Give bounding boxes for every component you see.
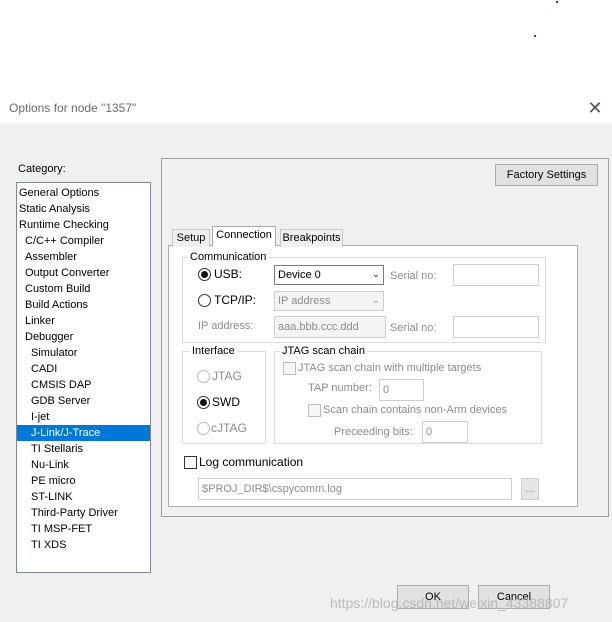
preceeding-bits-field[interactable]: 0 bbox=[422, 421, 468, 443]
category-item[interactable]: GDB Server bbox=[17, 393, 150, 409]
category-item-label: TI MSP-FET bbox=[31, 523, 93, 535]
preceeding-bits-label: Preceeding bits: bbox=[334, 426, 413, 438]
close-icon[interactable]: ✕ bbox=[584, 97, 606, 119]
category-item-label: J-Link/J-Trace bbox=[31, 427, 101, 439]
category-item[interactable]: Build Actions bbox=[17, 297, 150, 313]
serial-no-2-field[interactable] bbox=[453, 316, 539, 338]
category-item-label: Static Analysis bbox=[19, 203, 90, 215]
tcpip-radio[interactable] bbox=[198, 294, 211, 307]
ip-address-field[interactable]: aaa.bbb.ccc.ddd bbox=[274, 316, 386, 338]
tap-number-label: TAP number: bbox=[308, 382, 372, 394]
category-item-label: General Options bbox=[19, 187, 100, 199]
category-item-label: Output Converter bbox=[25, 267, 110, 279]
category-item[interactable]: CADI bbox=[17, 361, 150, 377]
chevron-down-icon: ⌄ bbox=[371, 295, 380, 306]
interface-title: Interface bbox=[190, 345, 237, 357]
tcpip-mode-select[interactable]: IP address ⌄ bbox=[274, 291, 384, 311]
multi-target-checkbox[interactable] bbox=[283, 362, 296, 375]
category-item-label: Nu-Link bbox=[31, 459, 69, 471]
category-item-label: Custom Build bbox=[25, 283, 91, 295]
category-item[interactable]: TI MSP-FET bbox=[17, 521, 150, 537]
serial-no-2-label: Serial no: bbox=[390, 322, 437, 334]
swd-label: SWD bbox=[212, 395, 240, 409]
category-item[interactable]: Linker bbox=[17, 313, 150, 329]
category-item-label: I-jet bbox=[31, 411, 50, 423]
category-label: Category: bbox=[18, 163, 66, 175]
jtag-chain-title: JTAG scan chain bbox=[280, 345, 367, 357]
serial-no-label: Serial no: bbox=[390, 270, 437, 282]
category-item[interactable]: Simulator bbox=[17, 345, 150, 361]
category-item[interactable]: General Options bbox=[17, 185, 150, 201]
category-item-label: Third-Party Driver bbox=[31, 507, 118, 519]
log-browse-button[interactable]: ... bbox=[521, 478, 539, 500]
category-item-label: Linker bbox=[25, 315, 55, 327]
usb-radio[interactable] bbox=[198, 268, 211, 281]
non-arm-label: Scan chain contains non-Arm devices bbox=[323, 404, 508, 416]
usb-device-select[interactable]: Device 0 ⌄ bbox=[274, 265, 384, 285]
tab-setup[interactable]: Setup bbox=[172, 229, 210, 247]
log-communication-label: Log communication bbox=[199, 455, 304, 469]
category-item[interactable]: TI XDS bbox=[17, 537, 150, 553]
category-item[interactable]: Third-Party Driver bbox=[17, 505, 150, 521]
category-item-label: CADI bbox=[31, 363, 58, 375]
ip-address-label: IP address: bbox=[198, 320, 254, 332]
cjtag-radio[interactable] bbox=[197, 422, 210, 435]
category-item-label: TI XDS bbox=[31, 539, 67, 551]
category-item[interactable]: CMSIS DAP bbox=[17, 377, 150, 393]
non-arm-checkbox[interactable] bbox=[308, 404, 321, 417]
category-item-label: ST-LINK bbox=[31, 491, 73, 503]
usb-device-value: Device 0 bbox=[278, 269, 321, 281]
category-item-label: Debugger bbox=[25, 331, 74, 343]
category-item[interactable]: Static Analysis bbox=[17, 201, 150, 217]
tcpip-mode-value: IP address bbox=[278, 295, 331, 307]
jtag-label: JTAG bbox=[212, 369, 242, 383]
serial-no-field[interactable] bbox=[453, 264, 539, 286]
tap-number-field[interactable]: 0 bbox=[379, 379, 424, 401]
cjtag-label: cJTAG bbox=[211, 421, 247, 435]
category-item[interactable]: J-Link/J-Trace bbox=[17, 425, 150, 441]
communication-title: Communication bbox=[188, 251, 269, 263]
category-item[interactable]: TI Stellaris bbox=[17, 441, 150, 457]
decor-dot bbox=[556, 1, 558, 3]
category-item[interactable]: Runtime Checking bbox=[17, 217, 150, 233]
multi-target-label: JTAG scan chain with multiple targets bbox=[298, 362, 482, 374]
title-bar: Options for node "1357" ✕ bbox=[0, 91, 612, 123]
chevron-down-icon: ⌄ bbox=[371, 269, 380, 280]
category-item[interactable]: PE micro bbox=[17, 473, 150, 489]
usb-label: USB: bbox=[214, 267, 243, 281]
category-item[interactable]: Output Converter bbox=[17, 265, 150, 281]
category-item-label: PE micro bbox=[31, 475, 76, 487]
category-item-label: GDB Server bbox=[31, 395, 91, 407]
category-item-label: Simulator bbox=[31, 347, 78, 359]
category-item[interactable]: ST-LINK bbox=[17, 489, 150, 505]
category-item[interactable]: Nu-Link bbox=[17, 457, 150, 473]
tcpip-label: TCP/IP: bbox=[214, 293, 257, 307]
options-dialog: Options for node "1357" ✕ Category: Gene… bbox=[0, 91, 612, 622]
dialog-title: Options for node "1357" bbox=[9, 101, 137, 115]
category-item-label: C/C++ Compiler bbox=[25, 235, 104, 247]
factory-settings-button[interactable]: Factory Settings bbox=[495, 164, 598, 186]
jtag-radio[interactable] bbox=[197, 370, 210, 383]
swd-radio[interactable] bbox=[197, 396, 210, 409]
category-item-label: TI Stellaris bbox=[31, 443, 83, 455]
decor-dot bbox=[534, 35, 536, 37]
category-item[interactable]: Custom Build bbox=[17, 281, 150, 297]
category-item[interactable]: Assembler bbox=[17, 249, 150, 265]
category-item[interactable]: Debugger bbox=[17, 329, 150, 345]
watermark: https://blog.csdn.net/weixin_43388807 bbox=[330, 595, 569, 611]
category-item[interactable]: I-jet bbox=[17, 409, 150, 425]
category-item-label: Build Actions bbox=[25, 299, 88, 311]
category-item[interactable]: C/C++ Compiler bbox=[17, 233, 150, 249]
log-communication-checkbox[interactable] bbox=[184, 456, 197, 469]
log-path-field[interactable]: $PROJ_DIR$\cspycomm.log bbox=[198, 478, 512, 500]
category-item-label: Assembler bbox=[25, 251, 77, 263]
category-list[interactable]: General Options Static Analysis Runtime Ch… bbox=[16, 182, 151, 573]
category-item-label: Runtime Checking bbox=[19, 219, 109, 231]
tab-breakpoints[interactable]: Breakpoints bbox=[280, 229, 343, 247]
category-item-label: CMSIS DAP bbox=[31, 379, 92, 391]
tab-connection[interactable]: Connection bbox=[212, 226, 276, 246]
